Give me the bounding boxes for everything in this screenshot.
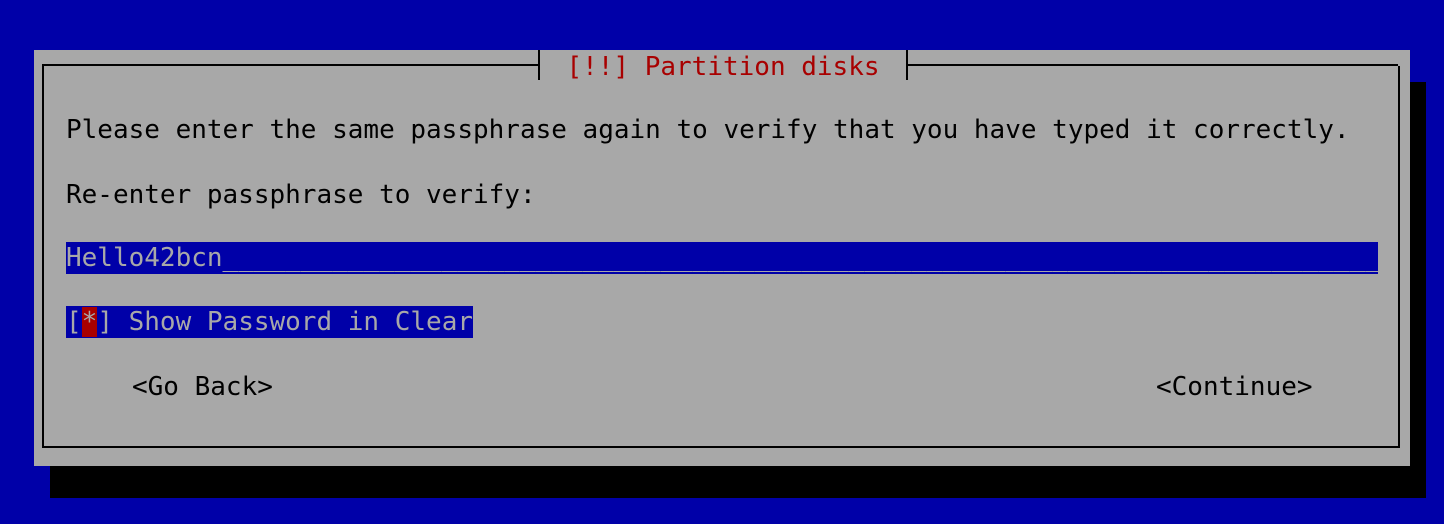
dialog-title-bar: [!!] Partition disks <box>538 50 908 82</box>
go-back-button[interactable]: <Go Back> <box>132 371 273 403</box>
checkbox-open-bracket: [ <box>66 307 82 337</box>
checkbox-checked-icon: * <box>81 307 98 337</box>
show-password-checkbox[interactable]: [*] Show Password in Clear <box>66 306 473 338</box>
dialog-title: [!!] Partition disks <box>566 52 880 82</box>
passphrase-field-label: Re-enter passphrase to verify: <box>66 180 536 210</box>
installer-screen: [!!] Partition disks Please enter the sa… <box>0 0 1444 524</box>
checkbox-close-bracket: ] <box>97 307 113 337</box>
passphrase-verify-input[interactable]: Hello42bcn______________________________… <box>66 242 1378 274</box>
passphrase-input-value: Hello42bcn <box>66 243 223 273</box>
passphrase-input-fill: ________________________________________… <box>222 243 1378 273</box>
continue-button[interactable]: <Continue> <box>1156 371 1313 403</box>
show-password-label: Show Password in Clear <box>112 307 473 337</box>
partition-dialog: [!!] Partition disks Please enter the sa… <box>34 50 1410 466</box>
verify-prompt-text: Please enter the same passphrase again t… <box>66 115 1350 145</box>
